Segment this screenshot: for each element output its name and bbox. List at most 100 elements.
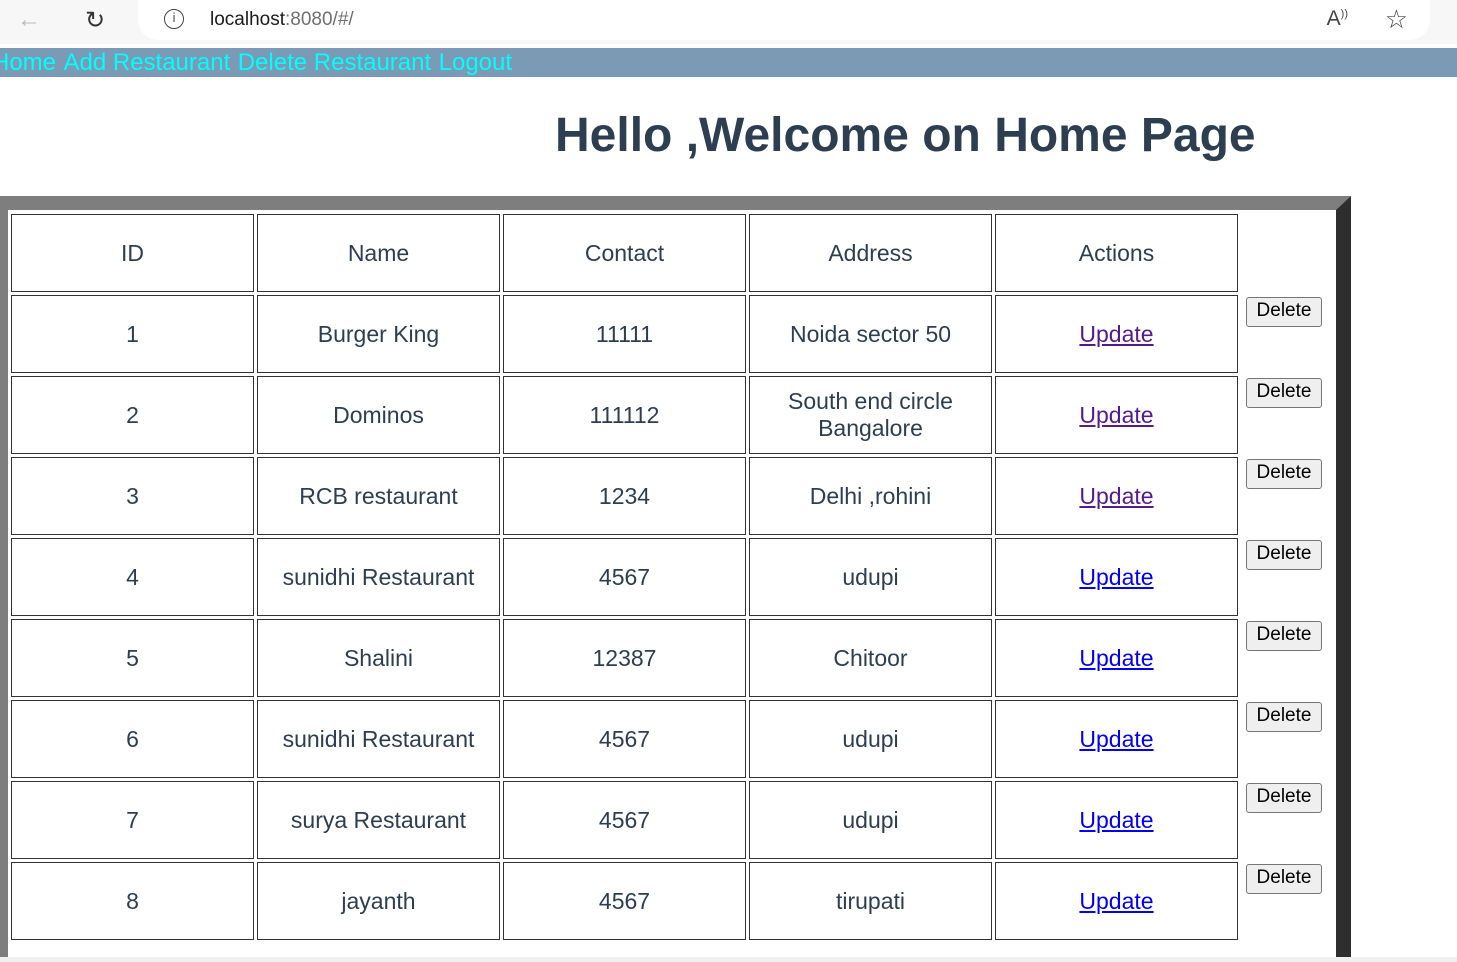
cell-delete: Delete — [1241, 538, 1327, 616]
cell-contact: 4567 — [503, 538, 746, 616]
cell-name: Burger King — [257, 295, 500, 373]
cell-update: Update — [995, 457, 1238, 535]
horizontal-scrollbar[interactable] — [0, 957, 1457, 962]
cell-name: Dominos — [257, 376, 500, 454]
delete-button[interactable]: Delete — [1245, 863, 1323, 894]
app-navigation: Home Add Restaurant Delete Restaurant Lo… — [0, 48, 1457, 77]
page-title: Hello ,Welcome on Home Page — [555, 109, 1256, 162]
table-row: 7 surya Restaurant 4567 udupi Update Delete — [11, 781, 1327, 859]
url-host: localhost — [210, 9, 285, 30]
favorite-star-icon[interactable]: ☆ — [1385, 4, 1408, 35]
header-address: Address — [749, 214, 992, 292]
delete-button[interactable]: Delete — [1245, 539, 1323, 570]
delete-button[interactable]: Delete — [1245, 296, 1323, 327]
header-actions: Actions — [995, 214, 1238, 292]
read-aloud-glyph: A — [1326, 7, 1341, 30]
update-link[interactable]: Update — [1079, 726, 1153, 752]
cell-address: Delhi ,rohini — [749, 457, 992, 535]
cell-id: 2 — [11, 376, 254, 454]
table-row: 8 jayanth 4567 tirupati Update Delete — [11, 862, 1327, 940]
cell-update: Update — [995, 376, 1238, 454]
cell-address: udupi — [749, 538, 992, 616]
address-bar[interactable]: i localhost:8080/#/ A)) ☆ — [138, 0, 1430, 40]
cell-contact: 4567 — [503, 700, 746, 778]
cell-update: Update — [995, 538, 1238, 616]
cell-id: 7 — [11, 781, 254, 859]
url-path: :8080/#/ — [285, 9, 354, 30]
cell-address: udupi — [749, 781, 992, 859]
cell-name: Shalini — [257, 619, 500, 697]
nav-delete-restaurant-link[interactable]: Delete Restaurant — [238, 49, 431, 76]
cell-delete: Delete — [1241, 376, 1327, 454]
header-name: Name — [257, 214, 500, 292]
cell-name: sunidhi Restaurant — [257, 700, 500, 778]
table-row: 2 Dominos 111112 South end circle Bangalore… — [11, 376, 1327, 454]
table-header-row: ID Name Contact Address Actions — [11, 214, 1327, 292]
update-link[interactable]: Update — [1079, 483, 1153, 509]
cell-name: RCB restaurant — [257, 457, 500, 535]
cell-id: 6 — [11, 700, 254, 778]
cell-delete: Delete — [1241, 457, 1327, 535]
header-blank — [1241, 214, 1327, 292]
cell-contact: 111112 — [503, 376, 746, 454]
cell-update: Update — [995, 862, 1238, 940]
browser-toolbar: ← ↻ i localhost:8080/#/ A)) ☆ — [0, 0, 1457, 44]
update-link[interactable]: Update — [1079, 564, 1153, 590]
cell-id: 5 — [11, 619, 254, 697]
cell-delete: Delete — [1241, 700, 1327, 778]
cell-id: 3 — [11, 457, 254, 535]
cell-update: Update — [995, 619, 1238, 697]
delete-button[interactable]: Delete — [1245, 458, 1323, 489]
cell-delete: Delete — [1241, 862, 1327, 940]
header-contact: Contact — [503, 214, 746, 292]
site-info-icon[interactable]: i — [164, 9, 184, 29]
cell-delete: Delete — [1241, 619, 1327, 697]
cell-contact: 1234 — [503, 457, 746, 535]
cell-contact: 11111 — [503, 295, 746, 373]
cell-update: Update — [995, 781, 1238, 859]
cell-update: Update — [995, 700, 1238, 778]
cell-contact: 4567 — [503, 781, 746, 859]
delete-button[interactable]: Delete — [1245, 782, 1323, 813]
update-link[interactable]: Update — [1079, 888, 1153, 914]
restaurant-table-frame: ID Name Contact Address Actions 1 Burger … — [0, 196, 1351, 962]
cell-id: 8 — [11, 862, 254, 940]
cell-update: Update — [995, 295, 1238, 373]
table-row: 1 Burger King 11111 Noida sector 50 Update De… — [11, 295, 1327, 373]
cell-address: Chitoor — [749, 619, 992, 697]
delete-button[interactable]: Delete — [1245, 377, 1323, 408]
nav-add-restaurant-link[interactable]: Add Restaurant — [63, 49, 230, 76]
cell-address: udupi — [749, 700, 992, 778]
cell-address: South end circle Bangalore — [749, 376, 992, 454]
nav-logout-link[interactable]: Logout — [439, 49, 512, 76]
cell-address: Noida sector 50 — [749, 295, 992, 373]
cell-delete: Delete — [1241, 781, 1327, 859]
table-row: 5 Shalini 12387 Chitoor Update Delete — [11, 619, 1327, 697]
cell-delete: Delete — [1241, 295, 1327, 373]
table-row: 6 sunidhi Restaurant 4567 udupi Update Delete — [11, 700, 1327, 778]
table-body: 1 Burger King 11111 Noida sector 50 Update De… — [11, 295, 1327, 940]
restaurant-table: ID Name Contact Address Actions 1 Burger … — [8, 211, 1330, 943]
cell-address: tirupati — [749, 862, 992, 940]
update-link[interactable]: Update — [1079, 321, 1153, 347]
update-link[interactable]: Update — [1079, 807, 1153, 833]
cell-id: 4 — [11, 538, 254, 616]
delete-button[interactable]: Delete — [1245, 701, 1323, 732]
cell-name: sunidhi Restaurant — [257, 538, 500, 616]
cell-id: 1 — [11, 295, 254, 373]
read-aloud-waves: )) — [1340, 8, 1348, 20]
header-id: ID — [11, 214, 254, 292]
read-aloud-icon[interactable]: A)) — [1327, 7, 1348, 31]
nav-home-link[interactable]: Home — [0, 49, 56, 76]
update-link[interactable]: Update — [1079, 645, 1153, 671]
cell-name: jayanth — [257, 862, 500, 940]
reload-icon[interactable]: ↻ — [80, 6, 110, 34]
cell-contact: 12387 — [503, 619, 746, 697]
back-arrow-icon[interactable]: ← — [14, 6, 44, 34]
table-row: 4 sunidhi Restaurant 4567 udupi Update Delete — [11, 538, 1327, 616]
table-row: 3 RCB restaurant 1234 Delhi ,rohini Update De… — [11, 457, 1327, 535]
update-link[interactable]: Update — [1079, 402, 1153, 428]
delete-button[interactable]: Delete — [1245, 620, 1323, 651]
url-text[interactable]: localhost:8080/#/ — [210, 9, 354, 31]
cell-contact: 4567 — [503, 862, 746, 940]
